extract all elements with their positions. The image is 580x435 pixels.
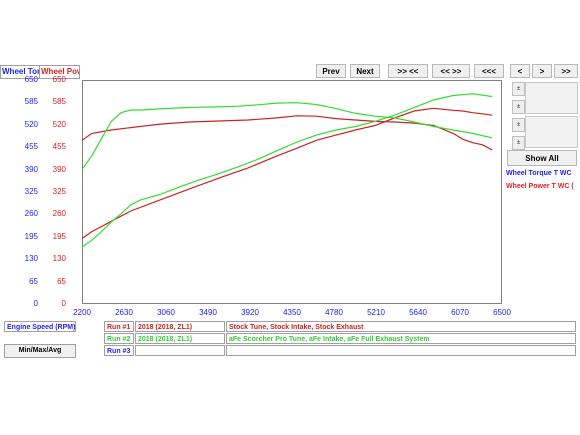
rpm-tick-label: 2200 xyxy=(73,308,91,317)
rpm-tick-label: 6500 xyxy=(493,308,511,317)
torque-tick-label: 390 xyxy=(24,164,38,174)
power-tick-label: 455 xyxy=(52,142,66,152)
torque-tick-label: 520 xyxy=(24,119,38,129)
prev-button[interactable]: Prev xyxy=(316,64,346,78)
show-all-button[interactable]: Show All xyxy=(507,150,577,166)
rpm-tick-label: 6070 xyxy=(451,308,469,317)
power-tick-label: 325 xyxy=(52,187,66,196)
torque-tick-label: 195 xyxy=(24,231,38,241)
power-tick-label: 650 xyxy=(52,75,66,84)
dyno-chart xyxy=(82,80,502,304)
power-tick-label: 65 xyxy=(57,276,66,286)
power-tick-label: 585 xyxy=(52,97,66,107)
power-tick-label: 195 xyxy=(52,231,66,241)
scroll-left-button[interactable]: < xyxy=(510,64,530,78)
scroll-start-button[interactable]: <<< xyxy=(474,64,504,78)
power-tick-label: 390 xyxy=(52,164,66,174)
torque-tick-label: 65 xyxy=(29,276,38,286)
torque-tick-label: 260 xyxy=(24,209,38,219)
legend-wheel-torque: Wheel Torque T WC xyxy=(506,168,578,179)
torque-tick-label: 0 xyxy=(33,299,38,308)
scroll-right-button[interactable]: > xyxy=(532,64,552,78)
x-axis-label: Engine Speed (RPM) xyxy=(4,321,76,332)
torque-tick-label: 650 xyxy=(24,75,38,84)
run-3-description xyxy=(226,345,576,356)
run-2-vehicle: 2018 (2018, ZL1) xyxy=(135,333,225,344)
adjust-button-2[interactable]: ± xyxy=(512,100,525,114)
zoom-in-button[interactable]: >> << xyxy=(388,64,428,78)
run-3-vehicle xyxy=(135,345,225,356)
plot-area-border xyxy=(82,80,502,304)
power-tick-label: 130 xyxy=(52,254,66,264)
legend-wheel-power: Wheel Power T WC ( xyxy=(506,181,578,192)
torque-tick-label: 130 xyxy=(24,254,38,264)
rpm-tick-label: 5640 xyxy=(409,308,427,317)
torque-tick-label: 325 xyxy=(24,187,38,196)
zoom-out-button[interactable]: << >> xyxy=(432,64,470,78)
rpm-tick-label: 4350 xyxy=(283,308,301,317)
next-button[interactable]: Next xyxy=(350,64,380,78)
minmax-button[interactable]: Min/Max/Avg xyxy=(4,344,76,358)
adjust-button-4[interactable]: ± xyxy=(512,136,525,150)
adjust-button-1[interactable]: ± xyxy=(512,82,525,96)
scale-panel-bottom[interactable] xyxy=(525,116,578,148)
rpm-tick-label: 3920 xyxy=(241,308,259,317)
run-1-description: Stock Tune, Stock Intake, Stock Exhaust xyxy=(226,321,576,332)
scroll-end-button[interactable]: >> xyxy=(554,64,578,78)
rpm-tick-label: 3490 xyxy=(199,308,217,317)
run-2-label[interactable]: Run #2 xyxy=(104,333,134,344)
run-3-label[interactable]: Run #3 xyxy=(104,345,134,356)
rpm-tick-label: 3060 xyxy=(157,308,175,317)
rpm-tick-label: 4780 xyxy=(325,308,343,317)
power-tick-label: 0 xyxy=(61,299,66,308)
rpm-tick-label: 5210 xyxy=(367,308,385,317)
rpm-tick-label: 2630 xyxy=(115,308,133,317)
scale-panel-top[interactable] xyxy=(525,82,578,114)
run-1-label[interactable]: Run #1 xyxy=(104,321,134,332)
power-tick-label: 520 xyxy=(52,119,66,129)
torque-tick-label: 585 xyxy=(24,97,38,107)
torque-tick-label: 455 xyxy=(24,142,38,152)
power-tick-label: 260 xyxy=(52,209,66,219)
run-1-vehicle: 2018 (2018, ZL1) xyxy=(135,321,225,332)
adjust-button-3[interactable]: ± xyxy=(512,118,525,132)
run-2-description: aFe Scorcher Pro Tune, aFe Intake, aFe F… xyxy=(226,333,576,344)
